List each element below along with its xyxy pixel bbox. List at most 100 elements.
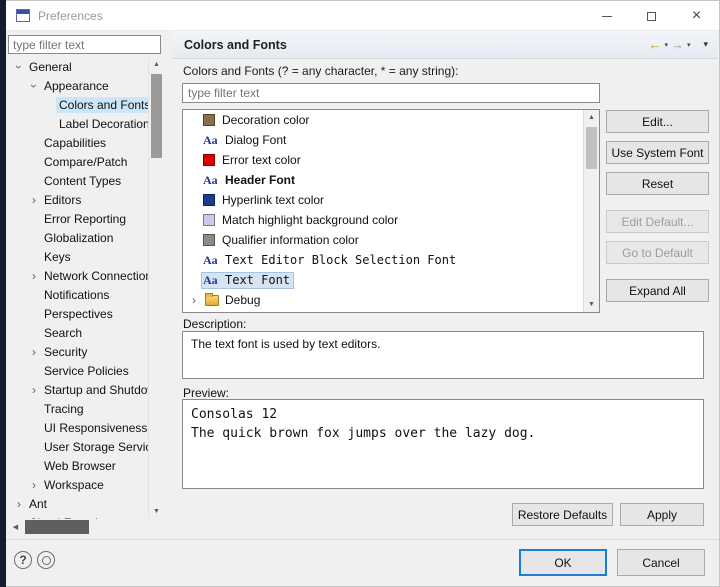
list-item-text-font[interactable]: Aa Text Font [183,270,583,290]
tree-item-tracing[interactable]: Tracing [8,399,148,418]
tree-item-label: Globalization [44,230,114,245]
tree-item-label-decorations[interactable]: Label Decorations [8,114,148,133]
tree-item-security[interactable]: › Security [8,342,148,361]
restore-defaults-button[interactable]: Restore Defaults [512,503,613,526]
back-icon[interactable]: ← [648,37,661,52]
tree-item-error-reporting[interactable]: Error Reporting [8,209,148,228]
preference-recorder-icon[interactable] [37,551,55,569]
tree-item-service-policies[interactable]: Service Policies [8,361,148,380]
scroll-down-icon[interactable]: ▼ [584,297,599,312]
ok-button[interactable]: OK [519,549,607,576]
edit-default-button: Edit Default... [606,210,709,233]
tree-vertical-scrollbar[interactable]: ▲ ▼ [148,57,163,519]
list-item-dialog-font[interactable]: Aa Dialog Font [183,130,583,150]
forward-icon[interactable]: → [671,37,684,52]
list-item-match-highlight-background-color[interactable]: Match highlight background color [183,210,583,230]
use-system-font-button[interactable]: Use System Font [606,141,709,164]
tree-item-capabilities[interactable]: Capabilities [8,133,148,152]
list-item-label: Hyperlink text color [222,193,325,207]
action-buttons: Edit... Use System Font Reset Edit Default.… [606,110,709,302]
view-menu-icon[interactable]: ▾ [703,39,708,50]
chevron-collapsed-icon[interactable]: › [12,497,26,511]
tree-item-label: Tracing [44,401,84,416]
tree-item-user-storage-service[interactable]: User Storage Service [8,437,148,456]
cancel-button[interactable]: Cancel [617,549,705,576]
tree-item-perspectives[interactable]: Perspectives [8,304,148,323]
chevron-collapsed-icon[interactable]: › [27,269,41,283]
tree-filter-input[interactable] [8,35,161,54]
category-folder-icon [205,292,219,306]
edit-button[interactable]: Edit... [606,110,709,133]
list-item-hyperlink-text-color[interactable]: Hyperlink text color [183,190,583,210]
list-scrollbar[interactable]: ▲ ▼ [583,110,599,312]
reset-button[interactable]: Reset [606,172,709,195]
chevron-collapsed-icon[interactable]: › [27,478,41,492]
font-sample-icon: Aa [203,172,218,187]
tree-item-appearance[interactable]: › Appearance [8,76,148,95]
tree-item-compare-patch[interactable]: Compare/Patch [8,152,148,171]
list-item-error-text-color[interactable]: Error text color [183,150,583,170]
tree-item-label: Startup and Shutdown [44,382,148,397]
list-item-label: Decoration color [222,113,310,127]
scroll-left-icon[interactable]: ◀ [8,519,23,534]
list-item-qualifier-information-color[interactable]: Qualifier information color [183,230,583,250]
chevron-collapsed-icon[interactable]: › [27,345,41,359]
tree-item-web-browser[interactable]: Web Browser [8,456,148,475]
tree-item-search[interactable]: Search [8,323,148,342]
fonts-filter-input[interactable] [182,83,600,103]
list-item-label: Match highlight background color [222,213,399,227]
font-sample-icon: Aa [203,252,218,267]
list-item-text-editor-block-selection-font[interactable]: Aa Text Editor Block Selection Font [183,250,583,270]
scroll-up-icon[interactable]: ▲ [584,110,599,125]
description-box: The text font is used by text editors. [182,331,704,379]
list-item-content: Debug [201,292,264,308]
scrollbar-thumb[interactable] [25,520,89,534]
help-icon[interactable]: ? [14,551,32,569]
tree-item-label: Content Types [44,173,122,188]
minimize-icon [601,15,612,17]
app-icon [16,9,30,22]
tree-item-notifications[interactable]: Notifications [8,285,148,304]
tree-item-ant[interactable]: › Ant [8,494,148,513]
tree-item-general[interactable]: › General [8,57,148,76]
chevron-collapsed-icon[interactable]: › [27,193,41,207]
forward-menu-caret-icon[interactable]: ▾ [687,41,691,49]
tree-item-keys[interactable]: Keys [8,247,148,266]
chevron-collapsed-icon[interactable]: › [187,293,201,307]
back-menu-caret-icon[interactable]: ▾ [664,41,668,49]
font-sample-icon: Aa [203,132,218,147]
list-item-decoration-color[interactable]: Decoration color [183,110,583,130]
tree-item-editors[interactable]: › Editors [8,190,148,209]
scrollbar-thumb[interactable] [151,74,162,158]
chevron-expanded-icon[interactable]: › [27,79,41,93]
chevron-collapsed-icon[interactable]: › [27,383,41,397]
colors-fonts-list: Decoration color Aa Dialog Font Error text … [182,109,600,313]
color-swatch-icon [203,154,215,166]
list-item-debug[interactable]: › Debug [183,290,583,310]
close-button[interactable]: × [674,1,719,31]
tree-item-startup-and-shutdown[interactable]: ›Startup and Shutdown [8,380,148,399]
page-title: Colors and Fonts [184,37,287,52]
tree-item-globalization[interactable]: Globalization [8,228,148,247]
tree-item-network-connections[interactable]: › Network Connections [8,266,148,285]
nav-controls: ← ▾ → ▾ ▾ [648,37,708,52]
scroll-up-icon[interactable]: ▲ [149,57,164,72]
maximize-button[interactable] [629,1,674,31]
tree-item-label: Appearance [44,78,109,93]
scrollbar-thumb[interactable] [586,127,597,169]
tree-item-workspace[interactable]: › Workspace [8,475,148,494]
chevron-expanded-icon[interactable]: › [12,60,26,74]
list-item-header-font[interactable]: Aa Header Font [183,170,583,190]
tree-item-content-types[interactable]: Content Types [8,171,148,190]
minimize-button[interactable] [584,1,629,31]
titlebar[interactable]: Preferences × [6,1,719,31]
tree-item-colors-and-fonts[interactable]: Colors and Fonts [8,95,148,114]
scroll-down-icon[interactable]: ▼ [149,504,164,519]
apply-button[interactable]: Apply [620,503,704,526]
window-title: Preferences [38,9,103,23]
preview-box: Consolas 12 The quick brown fox jumps ov… [182,399,704,489]
tree-horizontal-scrollbar[interactable]: ◀ [8,519,148,535]
expand-all-button[interactable]: Expand All [606,279,709,302]
tree-item-ui-responsiveness[interactable]: UI Responsiveness [8,418,148,437]
tree-item-label: Error Reporting [44,211,127,226]
